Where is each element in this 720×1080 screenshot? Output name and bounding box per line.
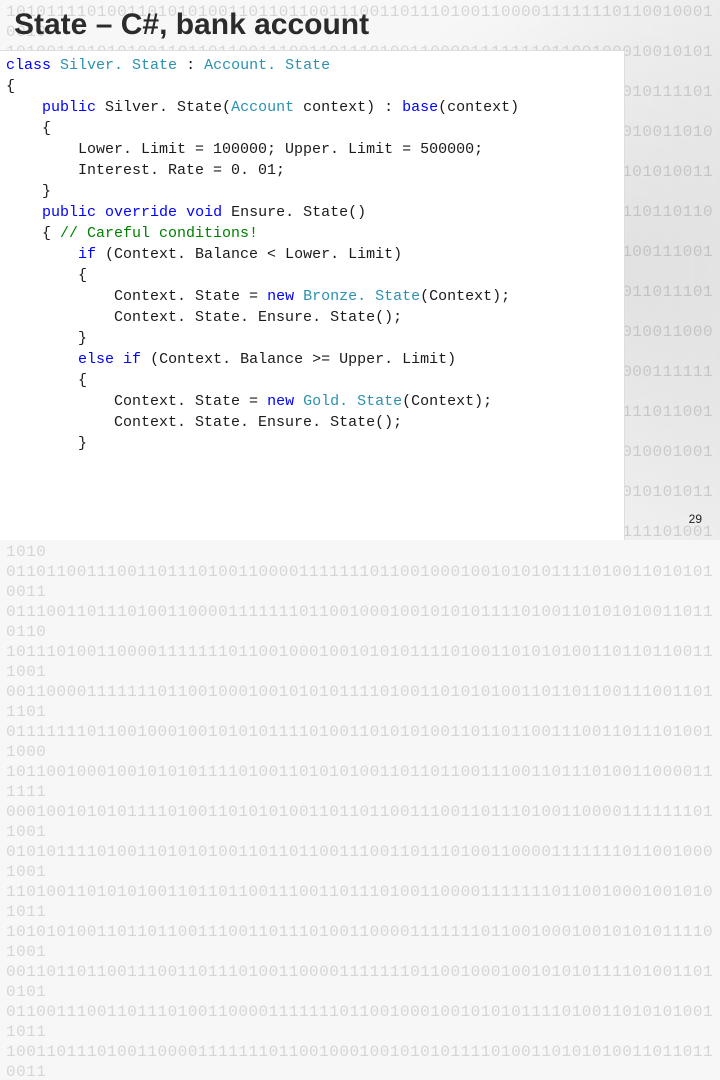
code-token-kw: base	[402, 99, 438, 116]
code-panel: class Silver. State : Account. State { p…	[0, 50, 625, 540]
code-token-kw: if	[123, 351, 141, 368]
code-token-type: Account	[231, 99, 294, 116]
code-token-kw: public	[42, 204, 96, 221]
code-token-type: Silver. State	[60, 57, 177, 74]
code-token-kw: class	[6, 57, 51, 74]
code-token-kw: new	[267, 288, 294, 305]
code-token-kw: if	[78, 246, 96, 263]
code-token-kw: else	[78, 351, 114, 368]
code-token-comm: // Careful conditions!	[60, 225, 258, 242]
code-token-kw: override	[105, 204, 177, 221]
code-block: class Silver. State : Account. State { p…	[6, 55, 622, 454]
code-token-kw: public	[42, 99, 96, 116]
code-token-type: Account. State	[204, 57, 330, 74]
code-token-type: Bronze. State	[303, 288, 420, 305]
code-token-type: Gold. State	[303, 393, 402, 410]
slide-title: State – C#, bank account	[14, 8, 369, 42]
code-token-kw: void	[186, 204, 222, 221]
code-token-kw: new	[267, 393, 294, 410]
page-number: 29	[689, 512, 702, 526]
